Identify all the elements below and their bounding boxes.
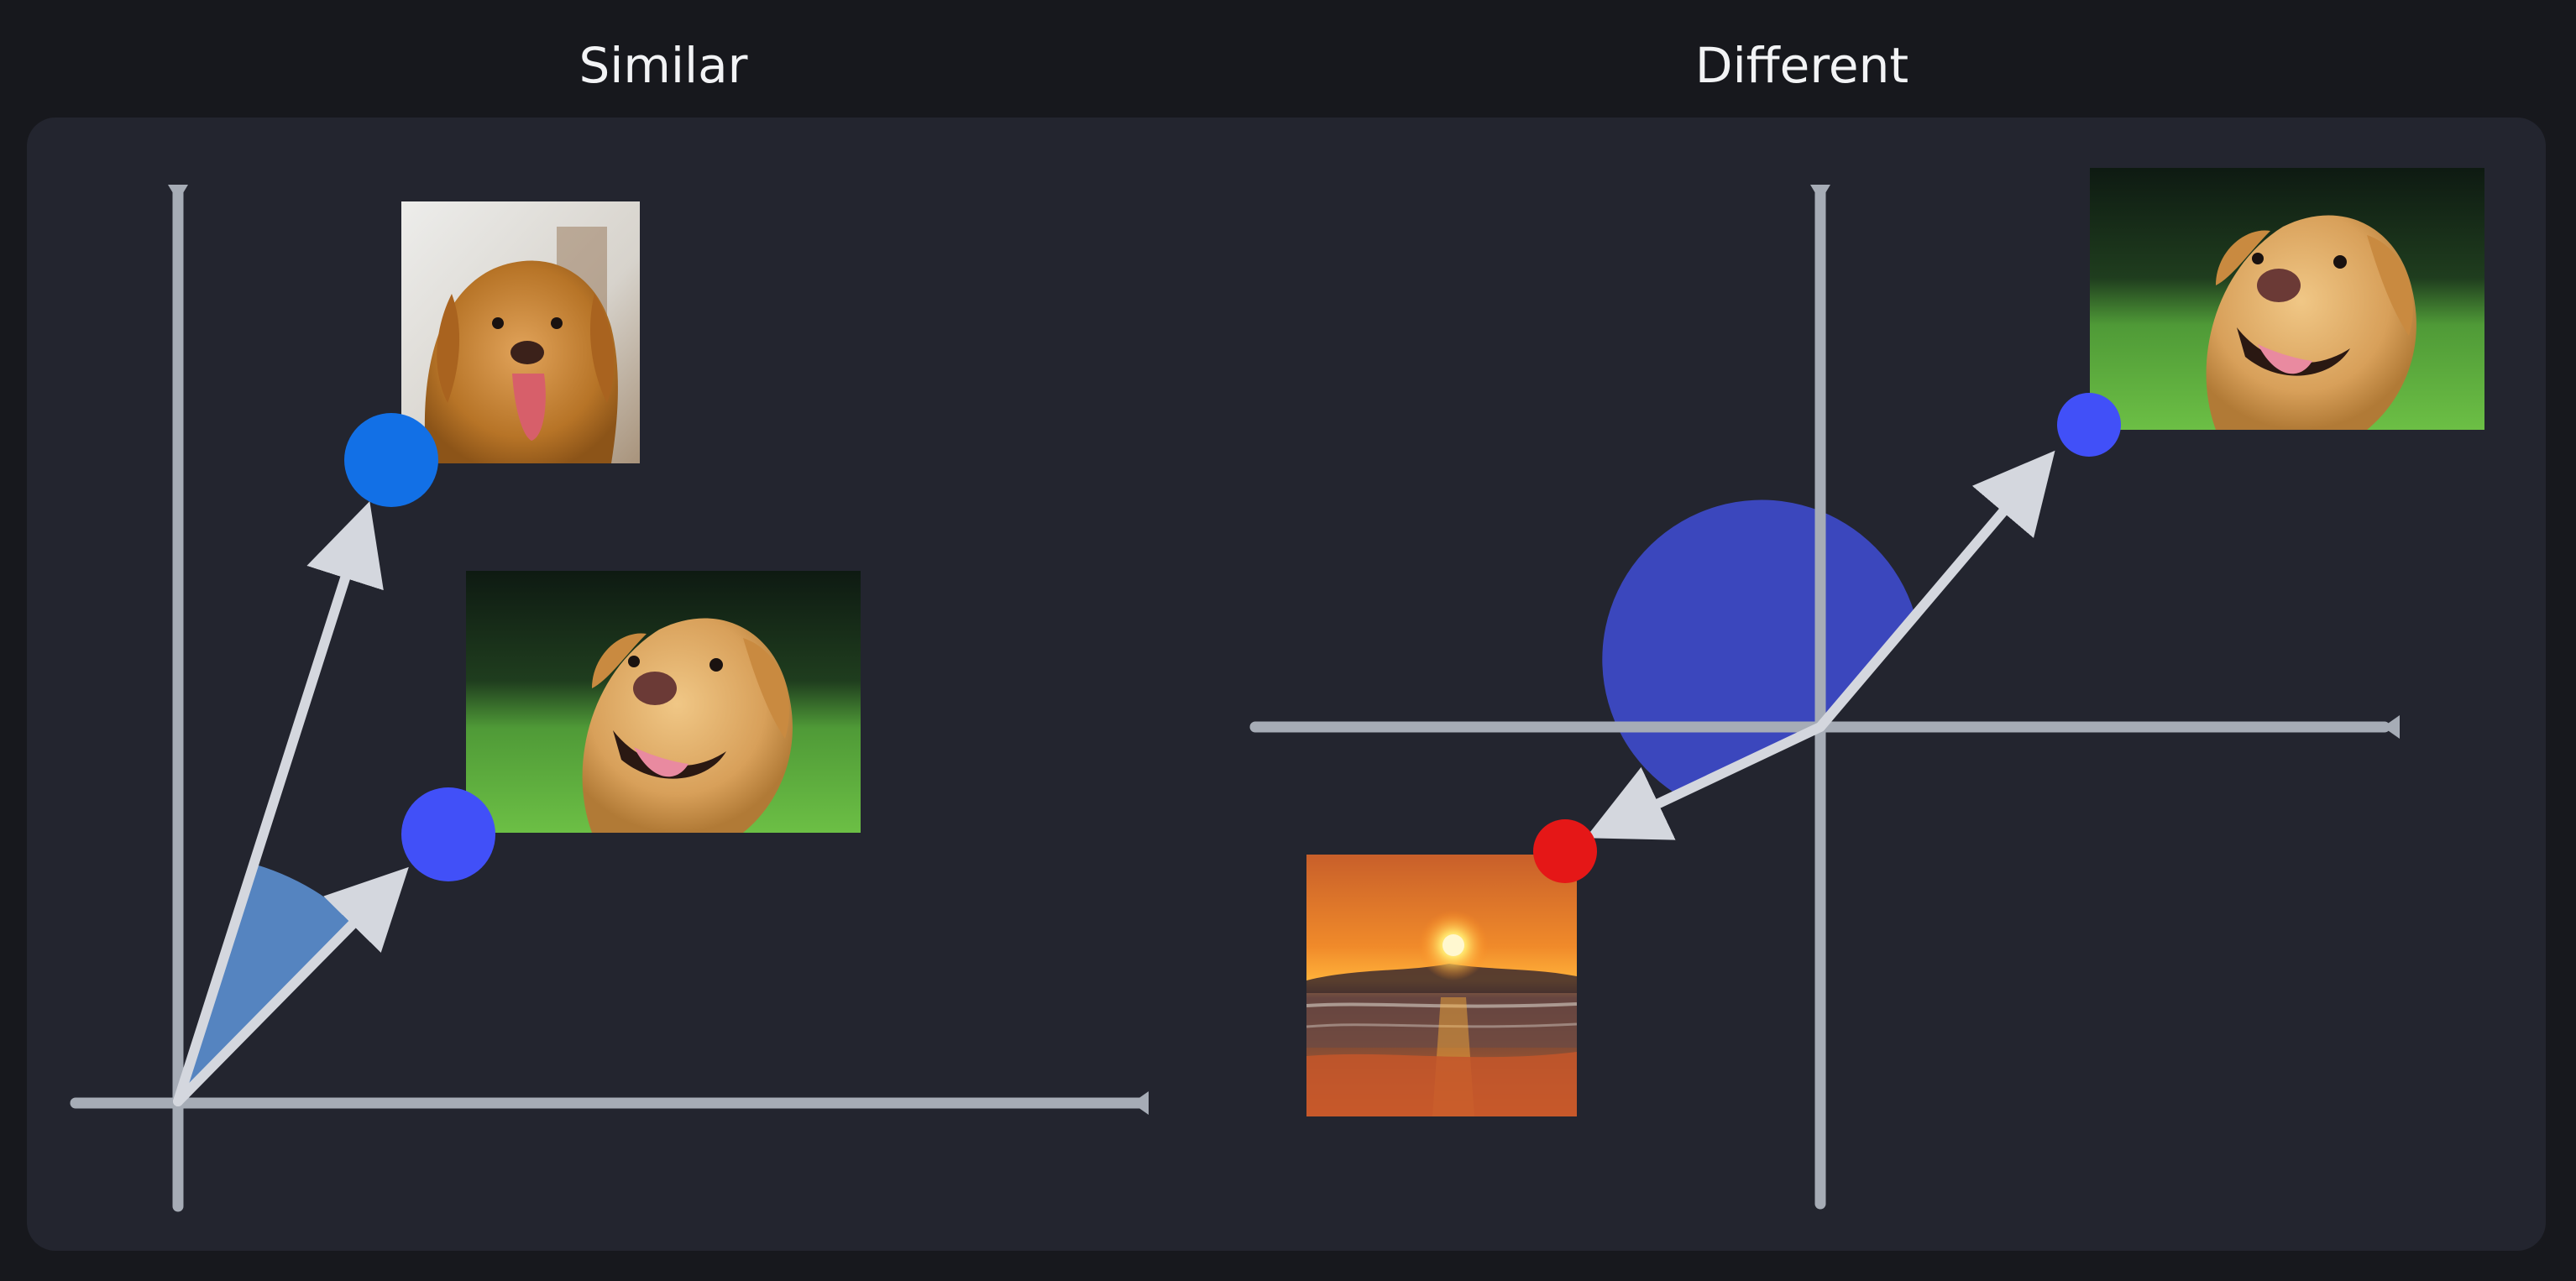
similar-point-dog-2 [401, 787, 495, 881]
different-point-dog [2057, 393, 2121, 457]
different-point-sunset [1533, 819, 1597, 883]
golden-retriever-tongue-out-photo [401, 201, 640, 463]
labrador-on-grass-photo [466, 571, 861, 833]
similar-point-dog-1 [344, 413, 438, 507]
sunset-beach-photo [1306, 855, 1577, 1116]
different-heading: Different [1695, 37, 1908, 94]
labrador-on-grass-photo [2090, 168, 2484, 430]
similar-heading: Similar [579, 37, 747, 94]
diagram-canvas: Similar Different [27, 37, 2546, 1251]
